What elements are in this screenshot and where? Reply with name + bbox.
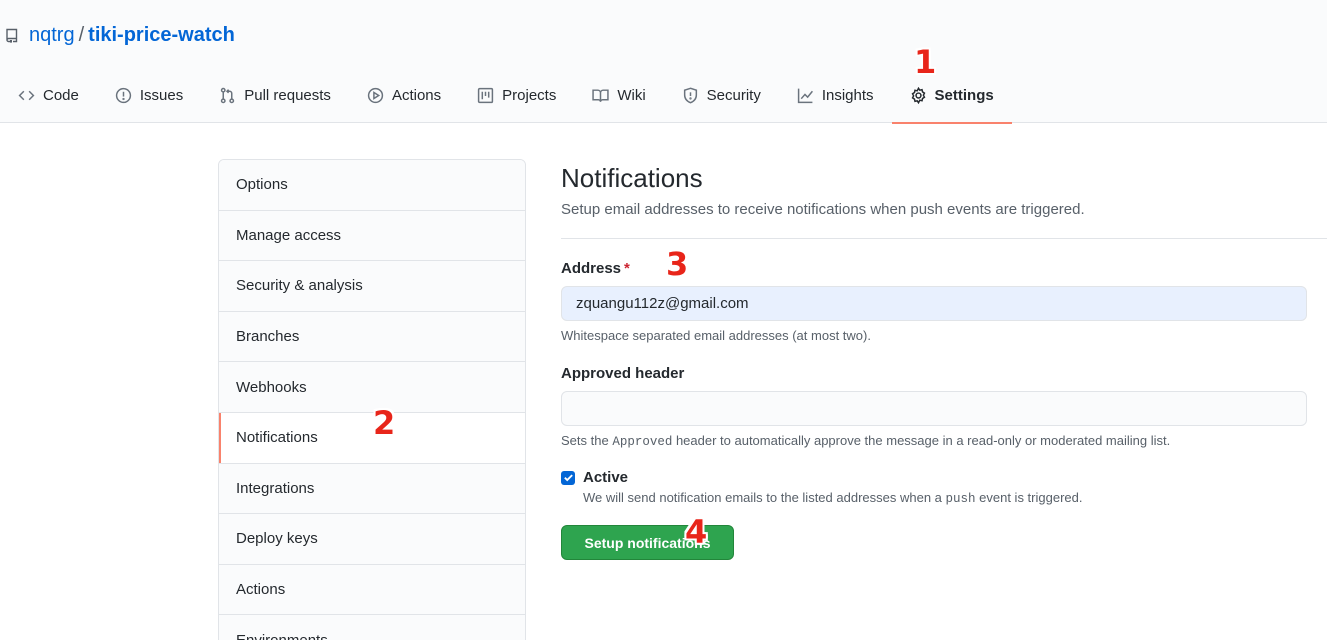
- sidebar-item-notifications[interactable]: Notifications: [219, 412, 525, 464]
- sidebar-item-environments[interactable]: Environments: [219, 615, 525, 640]
- tab-projects[interactable]: Projects: [459, 70, 574, 123]
- tab-code[interactable]: Code: [0, 70, 97, 123]
- active-row: Active: [561, 469, 628, 486]
- sidebar-item-label: Webhooks: [236, 378, 307, 396]
- address-label-text: Address: [561, 260, 622, 277]
- tab-wiki[interactable]: Wiki: [574, 70, 663, 123]
- repo-icon: [6, 28, 18, 43]
- shield-icon: [683, 87, 697, 104]
- sidebar-item-label: Manage access: [236, 226, 342, 244]
- check-icon: [563, 474, 573, 482]
- sidebar-item-label: Deploy keys: [236, 530, 318, 548]
- sidebar-item-integrations[interactable]: Integrations: [219, 463, 525, 515]
- tab-insights-label: Insights: [821, 87, 874, 104]
- settings-menu: Options Manage access Security & analysi…: [218, 159, 526, 640]
- setup-notifications-button[interactable]: Setup notifications: [561, 525, 734, 560]
- sidebar-item-label: Notifications: [236, 429, 318, 447]
- tab-security-label: Security: [706, 87, 761, 104]
- play-icon: [367, 87, 384, 104]
- sidebar-item-branches[interactable]: Branches: [219, 311, 525, 363]
- sidebar-item-actions[interactable]: Actions: [219, 564, 525, 616]
- sidebar-item-label: Integrations: [236, 479, 315, 497]
- address-input[interactable]: [561, 286, 1307, 321]
- tab-settings-label: Settings: [934, 87, 994, 104]
- repo-header: nqtrg / tiki-price-watch Code Issues Pul…: [0, 0, 1327, 124]
- sidebar-item-webhooks[interactable]: Webhooks: [219, 362, 525, 413]
- approved-header-note-prefix: Sets the: [561, 433, 613, 448]
- tab-pull-requests-label: Pull requests: [244, 87, 331, 104]
- tab-wiki-label: Wiki: [617, 87, 646, 104]
- marker-1: 1: [914, 43, 937, 81]
- gear-icon: [911, 87, 925, 104]
- tab-security[interactable]: Security: [664, 70, 779, 123]
- sidebar-item-label: Branches: [236, 328, 300, 346]
- sidebar-item-label: Security & analysis: [236, 277, 363, 295]
- active-note-prefix: We will send notification emails to the …: [583, 490, 946, 505]
- book-icon: [592, 89, 610, 103]
- approved-header-note: Sets the Approved header to automaticall…: [561, 433, 1170, 449]
- sidebar-item-security-analysis[interactable]: Security & analysis: [219, 261, 525, 312]
- sidebar-item-manage-access[interactable]: Manage access: [219, 210, 525, 262]
- active-checkbox[interactable]: [561, 470, 575, 485]
- repo-title: nqtrg / tiki-price-watch: [4, 22, 235, 48]
- address-note: Whitespace separated email addresses (at…: [561, 328, 871, 343]
- approved-header-note-code: Approved: [612, 435, 673, 449]
- tab-code-label: Code: [43, 87, 79, 104]
- code-icon: [18, 90, 35, 101]
- active-label: Active: [583, 469, 629, 486]
- tab-pull-requests[interactable]: Pull requests: [201, 70, 349, 123]
- tab-projects-label: Projects: [502, 87, 557, 104]
- active-note-code: push: [945, 492, 976, 506]
- sidebar-item-options[interactable]: Options: [219, 160, 525, 211]
- active-note: We will send notification emails to the …: [583, 490, 1082, 506]
- active-note-suffix: event is triggered.: [975, 490, 1083, 505]
- issue-icon: [115, 87, 132, 104]
- pull-request-icon: [221, 87, 235, 104]
- marker-2: 2: [373, 404, 396, 442]
- marker-4: 4: [685, 513, 708, 551]
- sidebar-item-deploy-keys[interactable]: Deploy keys: [219, 514, 525, 565]
- notifications-form: Notifications Setup email addresses to r…: [561, 160, 1327, 560]
- repo-separator: /: [78, 23, 85, 46]
- page-title: Notifications: [561, 163, 703, 193]
- sidebar-item-label: Environments: [236, 632, 328, 640]
- tab-issues[interactable]: Issues: [97, 70, 201, 123]
- sidebar-item-label: Options: [236, 176, 288, 194]
- approved-header-note-suffix: header to automatically approve the mess…: [672, 433, 1171, 448]
- address-label: Address *: [561, 260, 630, 277]
- tab-actions[interactable]: Actions: [349, 70, 459, 123]
- tab-actions-label: Actions: [391, 87, 442, 104]
- project-icon: [477, 87, 494, 104]
- graph-icon: [797, 88, 813, 104]
- required-mark: *: [624, 260, 630, 277]
- page-description: Setup email addresses to receive notific…: [561, 201, 1085, 218]
- tab-settings[interactable]: Settings: [891, 70, 1012, 124]
- tab-issues-label: Issues: [139, 87, 184, 104]
- approved-header-label: Approved header: [561, 365, 685, 382]
- approved-header-input[interactable]: [561, 391, 1307, 426]
- marker-3: 3: [666, 245, 689, 283]
- repo-tabs: Code Issues Pull requests Actions Projec…: [0, 70, 1012, 124]
- repo-owner-link[interactable]: nqtrg: [29, 24, 75, 47]
- repo-name-link[interactable]: tiki-price-watch: [88, 24, 235, 47]
- divider: [561, 238, 1327, 239]
- sidebar-item-label: Actions: [236, 581, 286, 599]
- tab-insights[interactable]: Insights: [779, 70, 892, 123]
